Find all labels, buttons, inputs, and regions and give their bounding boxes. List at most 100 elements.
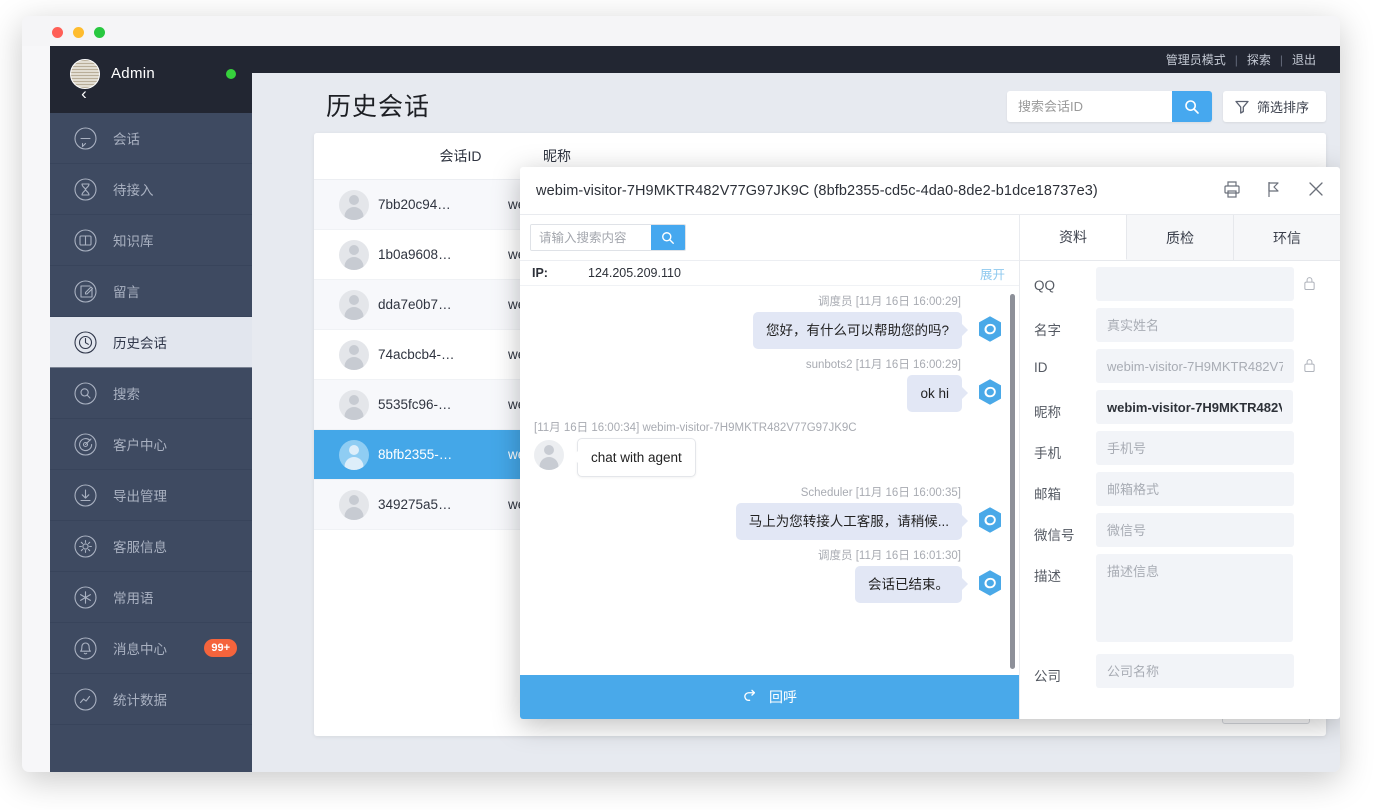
sidebar-item-11[interactable]: 统计数据: [50, 674, 252, 725]
form-row: 昵称: [1034, 390, 1326, 424]
chat-icon: [72, 125, 99, 152]
form-row: 邮箱: [1034, 472, 1326, 506]
message-bubble: 您好，有什么可以帮助您的吗?: [752, 312, 969, 349]
sidebar-item-label: 留言: [113, 285, 140, 300]
field-label: ID: [1034, 360, 1048, 375]
sidebar: Admin ‹ 会话 待接入知识库留言历史会话搜索客户中心导出管理客服信息常用语消…: [50, 46, 252, 772]
column-header-session-id: 会话ID: [439, 148, 482, 164]
close-icon[interactable]: [1306, 179, 1326, 201]
row-avatar: [339, 439, 369, 470]
field-label: QQ: [1034, 278, 1056, 293]
sidebar-item-4[interactable]: 历史会话: [50, 317, 252, 368]
sidebar-item-label: 客户中心: [113, 438, 167, 453]
message-meta: 调度员 [11月 16日 16:01:30]: [818, 550, 961, 562]
app-window: Admin ‹ 会话 待接入知识库留言历史会话搜索客户中心导出管理客服信息常用语消…: [22, 16, 1340, 772]
sidebar-item-6[interactable]: 客户中心: [50, 419, 252, 470]
field-input[interactable]: [1096, 390, 1293, 424]
sidebar-item-5[interactable]: 搜索: [50, 368, 252, 419]
search-icon: [662, 231, 674, 244]
field-wrap: [1096, 472, 1326, 506]
form-row: QQ: [1034, 267, 1326, 301]
info-tab-0[interactable]: 资料: [1020, 215, 1127, 260]
sidebar-item-1[interactable]: 待接入: [50, 164, 252, 215]
field-input[interactable]: [1096, 472, 1294, 506]
form-row: 手机: [1034, 431, 1326, 465]
visitor-avatar: [534, 440, 564, 470]
filter-sort-label: 筛选排序: [1257, 100, 1310, 115]
cell-session-id: 1b0a9608…: [378, 247, 452, 262]
form-row: 名字: [1034, 308, 1326, 342]
sidebar-item-0[interactable]: 会话: [50, 113, 252, 164]
session-search: [1007, 91, 1212, 122]
message-meta: Scheduler [11月 16日 16:00:35]: [800, 487, 961, 499]
field-label: 微信号: [1034, 528, 1075, 543]
sidebar-item-label: 知识库: [113, 234, 154, 249]
sidebar-item-7[interactable]: 导出管理: [50, 470, 252, 521]
row-avatar: [339, 239, 369, 270]
chart-icon: [72, 686, 99, 713]
separator-2: |: [1279, 52, 1283, 67]
bot-hex-icon: [975, 505, 1005, 535]
application-root: Admin ‹ 会话 待接入知识库留言历史会话搜索客户中心导出管理客服信息常用语消…: [50, 46, 1340, 772]
sidebar-item-10[interactable]: 消息中心 99+: [50, 623, 252, 674]
explore-link[interactable]: 探索: [1247, 51, 1271, 68]
chat-search-input[interactable]: [531, 225, 651, 250]
message-row: 会话已结束。: [534, 566, 1005, 603]
filter-sort-button[interactable]: 筛选排序: [1223, 91, 1326, 122]
info-tab-1[interactable]: 质检: [1127, 215, 1234, 260]
minimize-window-button[interactable]: [73, 27, 84, 38]
field-input[interactable]: [1096, 654, 1294, 688]
row-avatar: [339, 389, 369, 420]
chevron-left-icon[interactable]: ‹: [73, 83, 95, 105]
sidebar-item-label: 客服信息: [113, 540, 167, 555]
online-status-dot: [226, 69, 236, 79]
search-input[interactable]: [1007, 91, 1172, 122]
sidebar-item-label: 统计数据: [113, 693, 167, 708]
search-button[interactable]: [1172, 91, 1212, 122]
ip-label: IP:: [532, 266, 548, 280]
field-wrap: [1096, 308, 1326, 342]
field-input[interactable]: [1096, 554, 1293, 642]
chat-pane: IP: 124.205.209.110 展开 调度员 [11月 16日 16:0…: [520, 215, 1020, 719]
field-label: 公司: [1034, 669, 1061, 684]
field-input[interactable]: [1096, 267, 1294, 301]
sidebar-item-label: 历史会话: [113, 336, 167, 351]
expand-link[interactable]: 展开: [980, 264, 1005, 283]
bot-hex-icon: [975, 314, 1005, 344]
field-input[interactable]: [1096, 308, 1294, 342]
callback-button[interactable]: 回呼: [520, 675, 1019, 719]
admin-mode-link[interactable]: 管理员模式: [1166, 51, 1226, 68]
field-input[interactable]: [1096, 513, 1294, 547]
traffic-lights: [52, 27, 105, 38]
form-row: ID: [1034, 349, 1326, 383]
cell-session-id: 7bb20c94…: [378, 197, 451, 212]
search-icon: [1185, 99, 1199, 114]
field-wrap: [1096, 554, 1326, 647]
chat-scrollbar[interactable]: [1010, 294, 1015, 669]
bot-hex-icon: [979, 507, 1001, 533]
row-avatar: [339, 189, 369, 220]
sidebar-item-8[interactable]: 客服信息: [50, 521, 252, 572]
callback-label: 回呼: [769, 689, 797, 705]
zoom-window-button[interactable]: [94, 27, 105, 38]
chat-search-button[interactable]: [651, 225, 685, 250]
info-form: QQ 名字 ID 昵称手机邮箱微信号描述公司: [1020, 261, 1340, 688]
info-tabs: 资料 质检 环信: [1020, 215, 1340, 261]
sidebar-item-2[interactable]: 知识库: [50, 215, 252, 266]
target-icon: [72, 431, 99, 458]
message-meta: [11月 16日 16:00:34] webim-visitor-7H9MKTR…: [534, 422, 857, 434]
info-tab-2[interactable]: 环信: [1234, 215, 1340, 260]
logout-link[interactable]: 退出: [1292, 51, 1316, 68]
form-row: 微信号: [1034, 513, 1326, 547]
visitor-ip-row: IP: 124.205.209.110 展开: [520, 261, 1019, 286]
field-label: 手机: [1034, 446, 1061, 461]
sidebar-item-3[interactable]: 留言: [50, 266, 252, 317]
print-icon[interactable]: [1222, 179, 1242, 201]
sidebar-item-9[interactable]: 常用语: [50, 572, 252, 623]
flag-icon[interactable]: [1264, 179, 1284, 201]
close-window-button[interactable]: [52, 27, 63, 38]
admin-name: Admin: [111, 65, 156, 82]
sidebar-item-label: 导出管理: [113, 489, 167, 504]
field-input[interactable]: [1096, 431, 1294, 465]
field-input[interactable]: [1096, 349, 1294, 383]
